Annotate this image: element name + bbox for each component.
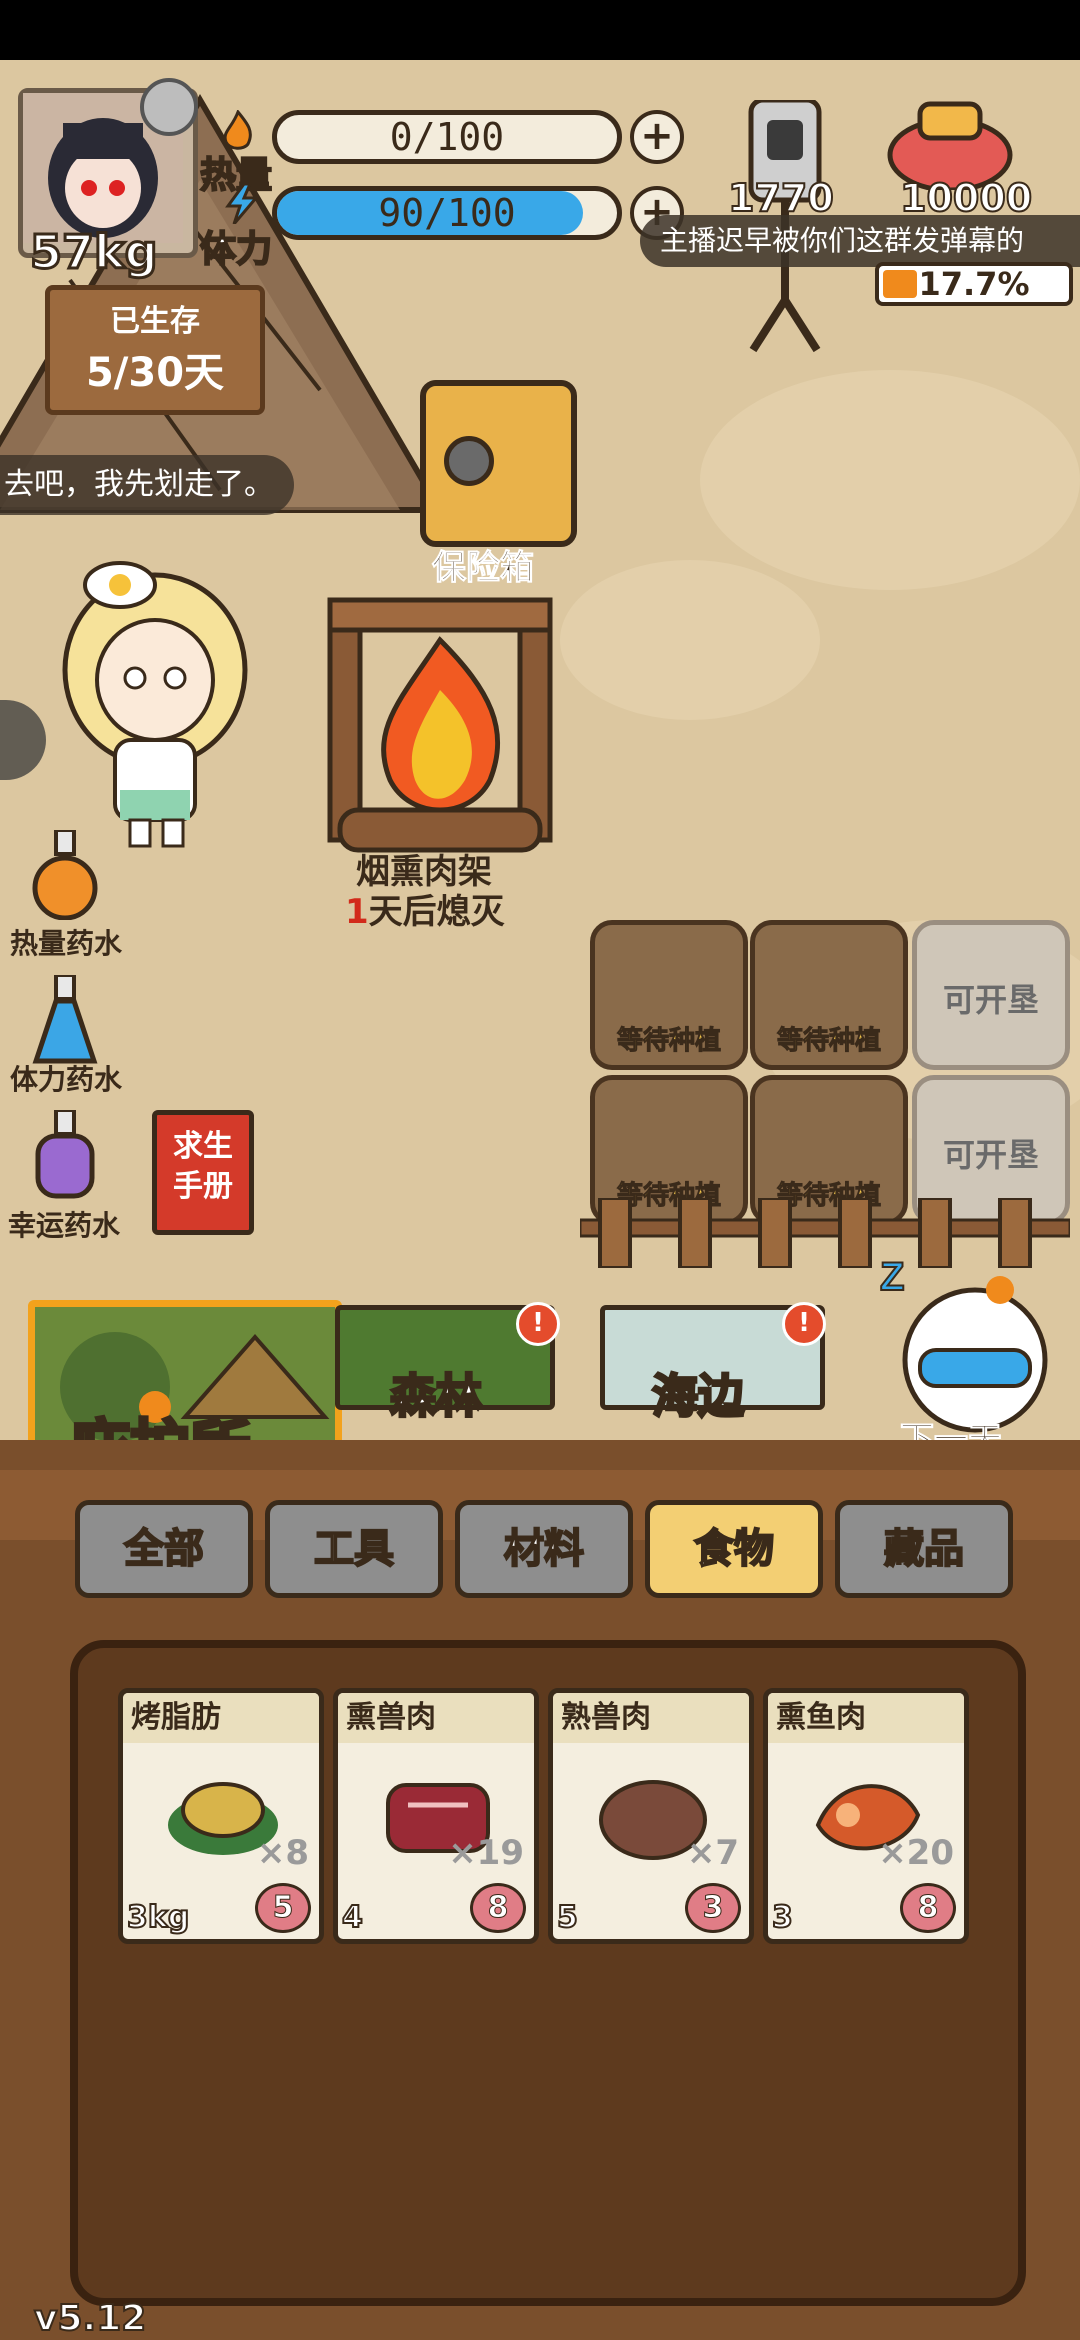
gift-count: 10000 [899,175,1033,221]
safe-box[interactable] [420,380,577,547]
forest-alert-icon: ! [516,1302,560,1346]
item-name: 熟兽肉 [553,1693,749,1743]
settings-gear-icon[interactable] [140,78,198,136]
item-weight: 4 [341,1899,364,1936]
item-name: 烤脂肪 [123,1693,319,1743]
heat-potion[interactable] [28,828,102,924]
survived-board: 已生存 5/30天 [45,285,265,415]
survival-manual-button[interactable]: 求生 手册 [152,1110,254,1235]
item-weight: 3kg [126,1899,190,1936]
player-weight: 57kg [29,224,160,281]
plot-label: 可开垦 [942,1136,1039,1174]
item-value: 5 [255,1883,311,1933]
item-name: 熏兽肉 [338,1693,534,1743]
version-label: v5.12 [33,2297,147,2340]
heat-potion-label: 热量药水 [10,927,123,960]
stamina-value: 90/100 [378,191,516,235]
item-value: 8 [470,1883,526,1933]
item-card-cooked-meat[interactable]: 熟兽肉 ×7 5 3 [548,1688,754,1944]
manual-line1: 求生 [173,1129,233,1164]
item-count: ×20 [878,1833,954,1873]
status-bar [0,0,1080,60]
item-value: 8 [900,1883,956,1933]
add-heat-button[interactable]: + [630,110,684,164]
manual-line2: 手册 [173,1169,233,1204]
safe-dial-icon [444,436,494,486]
plot-label: 可开垦 [942,981,1039,1019]
survived-title: 已生存 [110,304,200,339]
item-card-smoked-meat[interactable]: 熏兽肉 ×19 4 8 [333,1688,539,1944]
beach-alert-icon: ! [782,1302,826,1346]
flame-icon [218,109,258,150]
item-name: 熏鱼肉 [768,1693,964,1743]
tab-collectibles[interactable]: 藏品 [835,1500,1013,1598]
lightning-icon [224,182,260,225]
chat-message: 去吧，我先划走了。 [0,455,294,515]
stream-progress: 17.7% [875,262,1073,306]
item-count: ×19 [448,1833,524,1873]
farm-plot-unlock[interactable]: 可开垦 [912,920,1070,1070]
tab-all[interactable]: 全部 [75,1500,253,1598]
smokehouse-fire[interactable] [320,560,560,860]
item-value: 3 [685,1883,741,1933]
item-weight: 5 [556,1899,579,1936]
tab-food[interactable]: 食物 [645,1500,823,1598]
heat-value: 0/100 [389,115,505,159]
heat-bar: 0/100 [272,110,622,164]
tab-materials[interactable]: 材料 [455,1500,633,1598]
location-beach-label: 海边 [651,1368,746,1425]
item-card-roasted-fat[interactable]: 烤脂肪 ×8 3kg 5 [118,1688,324,1944]
danmaku-message: 主播迟早被你们这群发弹幕的 [640,215,1080,267]
item-card-smoked-fish[interactable]: 熏鱼肉 ×20 3 8 [763,1688,969,1944]
heat-potion-icon [32,828,98,921]
item-weight: 3 [771,1899,794,1936]
companion-girl[interactable] [45,560,265,850]
luck-potion[interactable] [28,1108,102,1204]
stamina-label: 体力 [199,228,273,271]
luck-potion-label: 幸运药水 [8,1209,121,1242]
stamina-potion[interactable] [28,973,102,1069]
tab-tools[interactable]: 工具 [265,1500,443,1598]
viewer-count: 1770 [727,175,835,221]
item-count: ×8 [256,1833,309,1873]
location-forest-label: 森林 [389,1368,484,1425]
farm-plot[interactable]: 等待种植 [590,920,748,1070]
plot-label: 等待种植 [616,1026,721,1057]
survived-days: 5/30天 [85,350,225,396]
fire-countdown-days: 1 [345,892,369,932]
item-count: ×7 [686,1833,739,1873]
plot-label: 等待种植 [776,1026,881,1057]
stamina-potion-icon [32,973,98,1064]
fire-countdown: 1天后熄灭 [345,884,505,933]
luck-potion-icon [35,1108,95,1199]
farm-plot[interactable]: 等待种植 [750,920,908,1070]
stamina-bar: 90/100 [272,186,622,240]
fire-countdown-text: 天后熄灭 [368,892,505,932]
svg-text:Z: Z [880,1255,904,1299]
stream-percent: 17.7% [918,265,1030,303]
stamina-potion-label: 体力药水 [10,1063,123,1096]
